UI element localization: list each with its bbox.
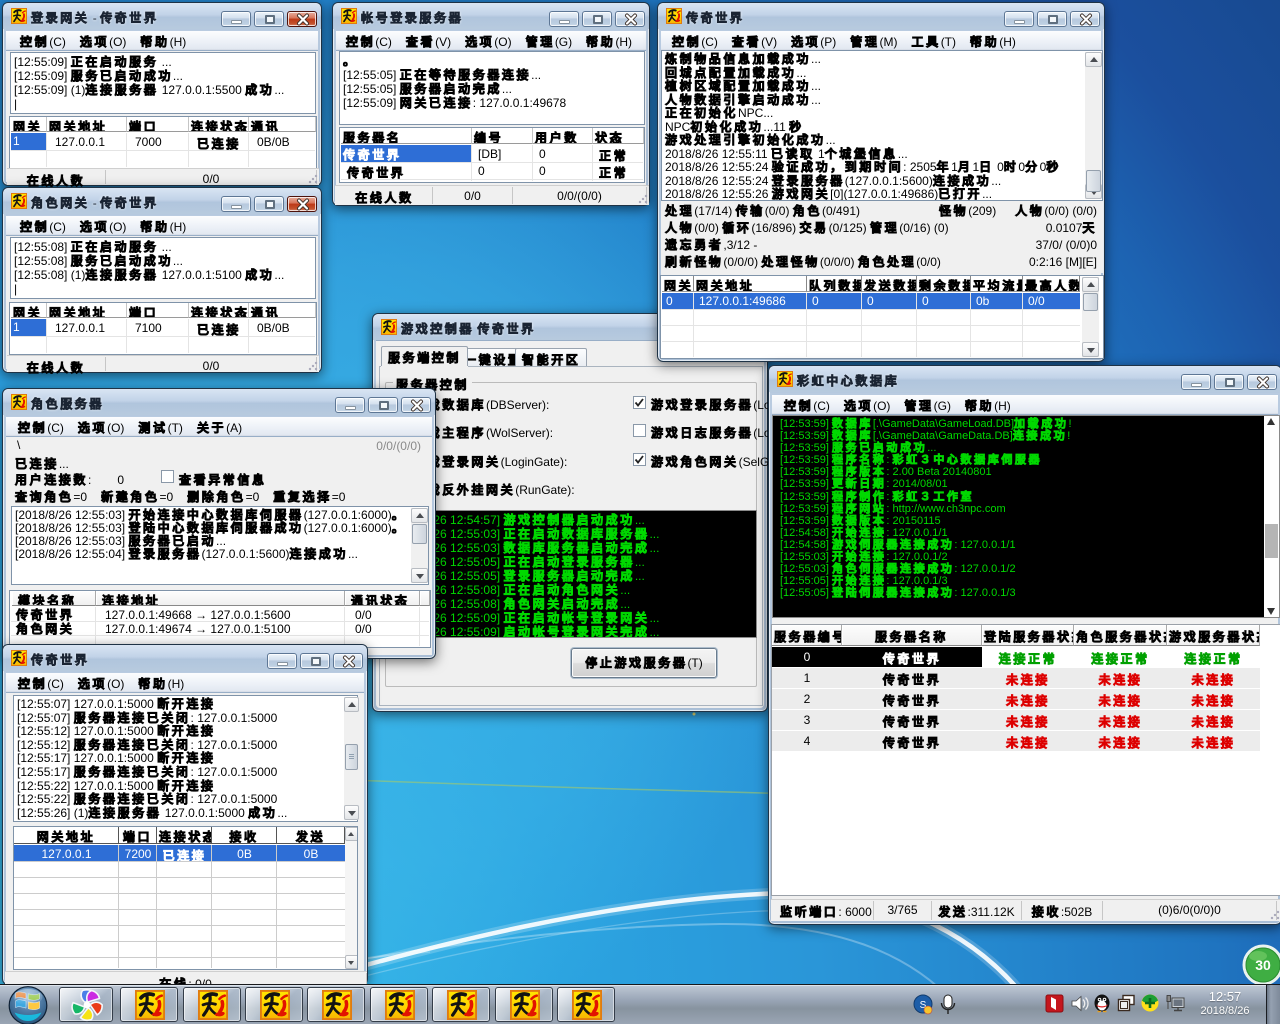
svg-text:30: 30 (1255, 957, 1271, 973)
